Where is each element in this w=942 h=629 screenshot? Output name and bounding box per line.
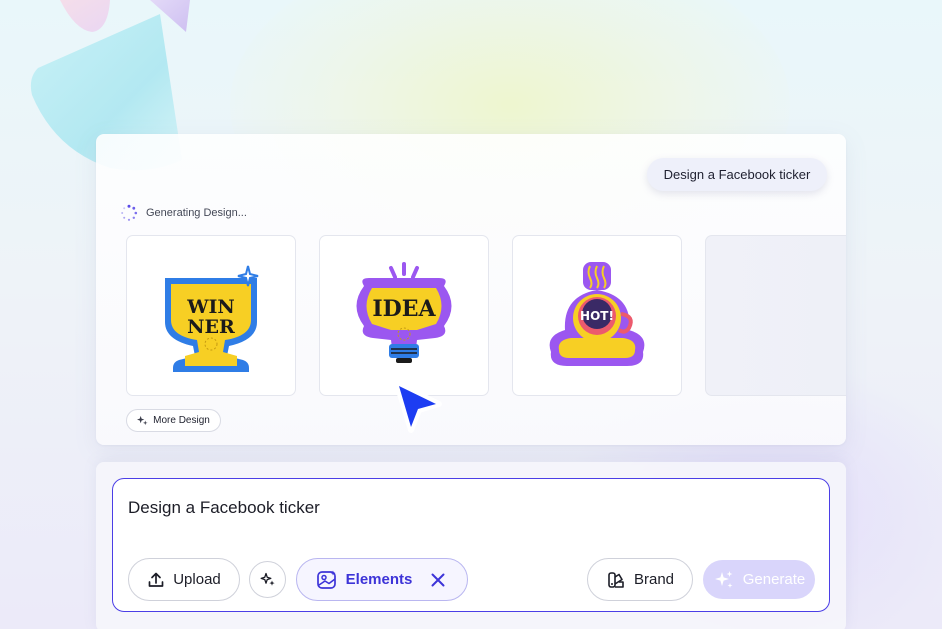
magic-prompt-button[interactable] (249, 561, 286, 598)
pointer-cursor-icon (394, 381, 442, 433)
prompt-input-value[interactable]: Design a Facebook ticker (128, 498, 320, 518)
image-elements-icon (316, 570, 336, 589)
upload-icon (148, 572, 164, 587)
brand-button[interactable]: Brand (587, 558, 693, 601)
elements-label: Elements (345, 571, 413, 588)
generate-label: Generate (742, 571, 806, 588)
more-design-label: More Design (153, 415, 210, 426)
close-icon[interactable] (428, 570, 448, 590)
sparkle-icon (714, 570, 733, 588)
design-result-hot[interactable]: HOT! (512, 235, 682, 396)
prompt-input[interactable]: Design a Facebook ticker Upload Elements (112, 478, 830, 612)
brand-palette-icon (608, 571, 624, 588)
sparkle-icon (260, 572, 275, 586)
generation-card: Design a Facebook ticker Generating Desi… (96, 134, 846, 445)
generate-button[interactable]: Generate (703, 560, 815, 599)
prompt-chip: Design a Facebook ticker (647, 158, 827, 191)
winner-text-line1: WIN (186, 296, 235, 318)
idea-bulb-sticker: IDEA (356, 261, 452, 363)
prompt-panel: Design a Facebook ticker Upload Elements (96, 462, 846, 629)
design-result-loading (705, 235, 846, 396)
design-result-idea[interactable]: IDEA (319, 235, 489, 396)
generation-status: Generating Design... (120, 204, 247, 222)
hot-cup-sticker: HOT! (549, 261, 645, 366)
winner-text-line2: NER (187, 316, 235, 338)
brand-label: Brand (633, 571, 675, 588)
upload-label: Upload (173, 571, 221, 588)
hot-text: HOT! (580, 309, 614, 323)
winner-trophy-sticker: WIN NER (165, 265, 259, 372)
sparkle-icon (137, 415, 148, 426)
more-design-button[interactable]: More Design (126, 409, 221, 432)
design-result-winner[interactable]: WIN NER (126, 235, 296, 396)
loading-spinner-icon (121, 204, 138, 221)
idea-text: IDEA (372, 296, 436, 322)
elements-chip[interactable]: Elements (296, 558, 468, 601)
upload-button[interactable]: Upload (128, 558, 240, 601)
status-text: Generating Design... (146, 207, 247, 219)
